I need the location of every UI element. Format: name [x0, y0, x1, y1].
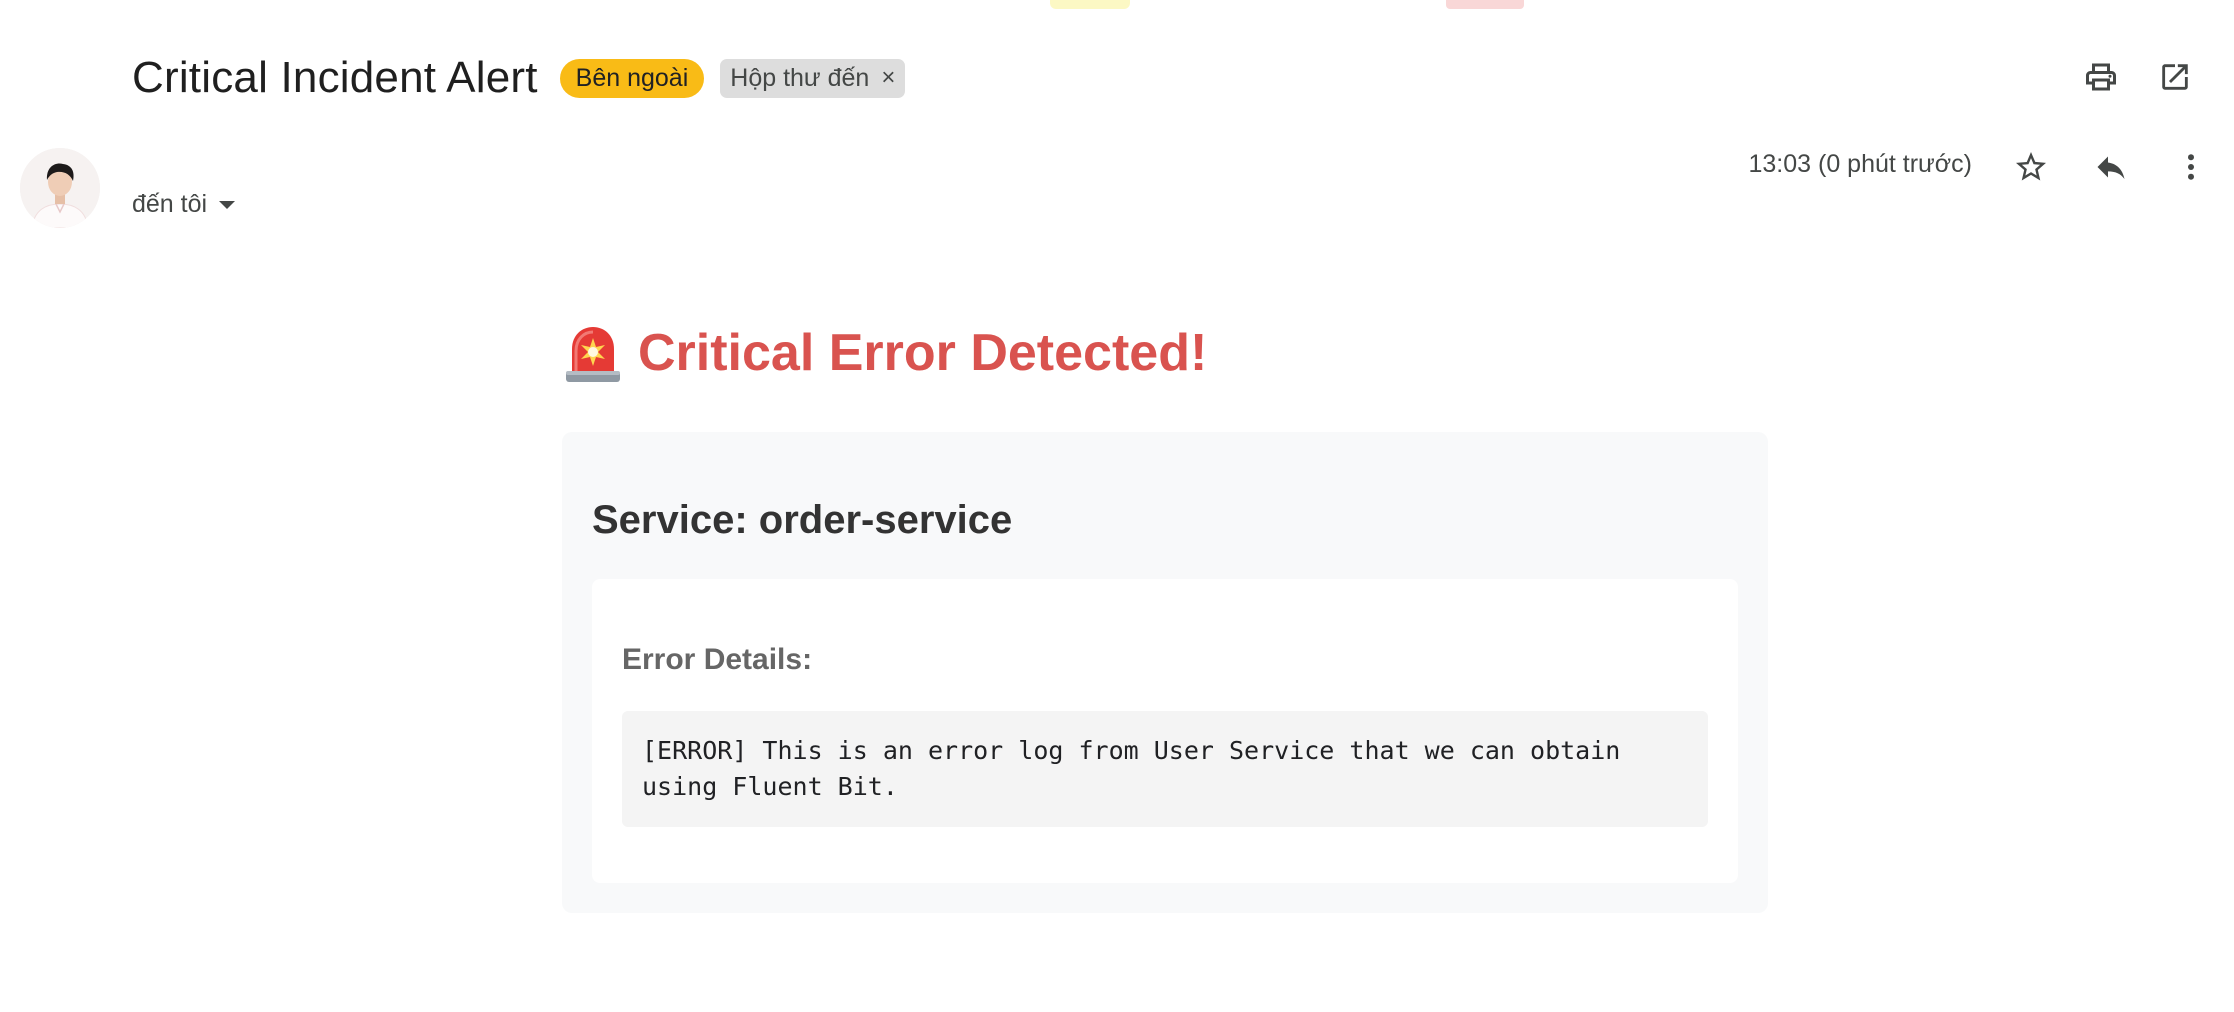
alert-heading: Critical Error Detected!: [562, 318, 1768, 388]
alert-heading-text: Critical Error Detected!: [638, 324, 1208, 382]
label-inbox-text: Hộp thư đến: [730, 63, 870, 92]
reply-icon: [2097, 156, 2125, 179]
siren-icon: [566, 327, 620, 382]
message-actions: [2012, 148, 2210, 186]
star-button[interactable]: [2012, 148, 2050, 186]
reply-button[interactable]: [2092, 148, 2130, 186]
error-log: [ERROR] This is an error log from User S…: [622, 711, 1708, 827]
label-external[interactable]: Bên ngoài: [559, 58, 705, 98]
error-details-title: Error Details:: [622, 643, 813, 676]
top-actions: [2082, 58, 2194, 96]
message-timestamp: 13:03 (0 phút trước): [1748, 150, 1972, 178]
email-subject: Critical Incident Alert: [132, 53, 538, 102]
subject-row: Critical Incident Alert Bên ngoài Hộp th…: [132, 46, 906, 110]
more-vertical-icon: [2188, 154, 2194, 180]
more-options-button[interactable]: [2172, 148, 2210, 186]
open-in-new-window-icon: [2162, 64, 2188, 90]
recipient-text: đến tôi: [132, 190, 208, 218]
top-decoration-red: [1446, 0, 1524, 9]
caret-down-icon: [219, 200, 236, 209]
star-icon: [2016, 152, 2046, 181]
print-button[interactable]: [2082, 58, 2120, 96]
print-icon: [2086, 63, 2116, 91]
remove-label-icon[interactable]: ×: [881, 64, 895, 92]
label-inbox[interactable]: Hộp thư đến ×: [720, 58, 906, 98]
service-card: Service: order-service Error Details: [E…: [562, 432, 1768, 913]
open-in-new-window-button[interactable]: [2156, 58, 2194, 96]
email-body: Critical Error Detected! Service: order-…: [562, 318, 1768, 913]
recipient-dropdown[interactable]: đến tôi: [132, 190, 236, 219]
avatar-image: [20, 148, 100, 228]
error-details-card: Error Details: [ERROR] This is an error …: [592, 579, 1738, 883]
sender-avatar[interactable]: [20, 148, 100, 228]
service-title: Service: order-service: [592, 498, 1013, 542]
email-view: Critical Incident Alert Bên ngoài Hộp th…: [0, 0, 2234, 1012]
top-decoration-yellow: [1050, 0, 1130, 9]
